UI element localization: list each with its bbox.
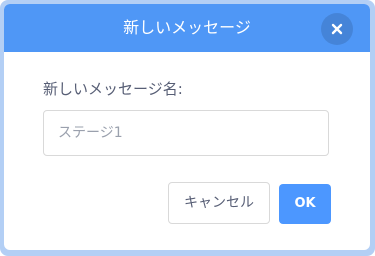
message-name-label: 新しいメッセージ名: [43,80,183,98]
close-icon [331,23,343,35]
cancel-button[interactable]: キャンセル [168,182,270,224]
dialog-title: 新しいメッセージ [123,18,251,37]
message-name-input[interactable] [43,110,329,156]
close-button[interactable] [321,13,353,45]
new-message-dialog: 新しいメッセージ 新しいメッセージ名: キャンセル OK [4,4,370,250]
dialog-frame: 新しいメッセージ 新しいメッセージ名: キャンセル OK [0,0,375,256]
dialog-header: 新しいメッセージ [4,4,370,52]
ok-button[interactable]: OK [279,184,331,224]
